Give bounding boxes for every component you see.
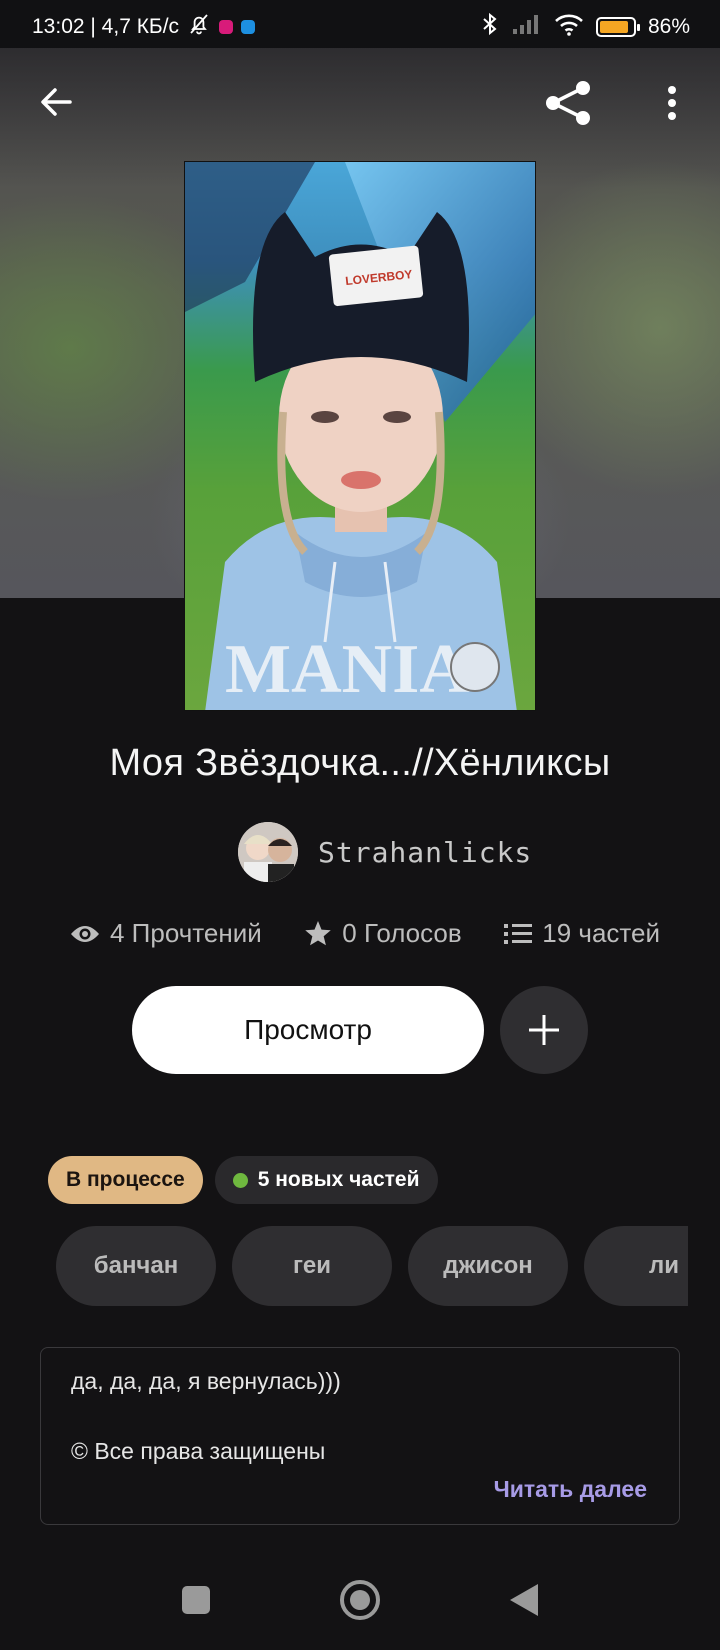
avatar-image [238,822,298,882]
list-icon [504,923,533,944]
wifi-icon [554,12,584,42]
author-avatar [238,822,298,882]
new-indicator-dot [232,1172,248,1188]
battery-percent: 86% [647,15,690,38]
share-button[interactable] [540,78,596,128]
tag-chip[interactable]: банчан [56,1226,216,1306]
plus-icon [529,1015,559,1045]
new-parts-label: 5 новых частей [257,1168,420,1191]
description-line: © Все права защищены [71,1438,326,1464]
app-notification-icon [241,20,256,34]
svg-text:MANIA: MANIA [225,631,470,708]
view-button[interactable]: Просмотр [132,986,484,1074]
status-left: 13:02 | 4,7 КБ/с [32,12,256,42]
votes-count: 0 Голосов [342,918,462,948]
signal-icon [512,13,542,41]
triangle-back-icon [510,1584,538,1616]
recent-apps-button[interactable] [156,1560,236,1640]
square-icon [182,1586,210,1614]
cover-illustration: MANIA LOVERBOY [185,162,535,710]
reads-stat: 4 Прочтений [70,918,262,949]
story-title: Моя Звёздочка...//Хёнликсы [109,742,611,784]
back-button[interactable] [34,80,78,124]
status-time: 13:02 | 4,7 КБ/с [32,15,180,38]
tag-chip[interactable]: джисон [408,1226,568,1306]
home-button[interactable] [320,1560,400,1640]
status-bar: 13:02 | 4,7 КБ/с 86% [0,0,720,48]
bluetooth-icon [480,12,500,42]
author-name[interactable]: Strahanlicks [318,836,532,869]
share-icon [546,81,590,125]
tag-chip[interactable]: ли [584,1226,688,1306]
arrow-left-icon [41,88,72,116]
more-vertical-icon [668,86,676,120]
star-icon [305,920,332,945]
new-parts-badge: 5 новых частей [214,1156,438,1204]
tags-scroller[interactable]: банчан геи джисон ли [56,1226,688,1308]
eye-icon [71,925,99,942]
votes-stat: 0 Голосов [304,918,462,949]
reads-count: 4 Прочтений [110,918,262,948]
system-nav-bar [0,1560,720,1650]
description-line: да, да, да, я вернулась))) [71,1368,341,1394]
back-nav-button[interactable] [484,1560,564,1640]
app-notification-icon [219,20,234,34]
status-badges: В процессе 5 новых частей [48,1156,438,1204]
parts-count: 19 частей [542,918,660,948]
parts-stat: 19 частей [504,918,660,949]
bell-off-icon [187,12,211,42]
author-link[interactable]: Strahanlicks [238,822,532,882]
battery-icon [595,17,640,37]
tag-chip[interactable]: геи [232,1226,392,1306]
read-more-link[interactable]: Читать далее [494,1476,647,1503]
story-cover-image[interactable]: MANIA LOVERBOY [184,161,536,711]
more-options-button[interactable] [654,80,690,126]
add-to-library-button[interactable] [500,986,588,1074]
status-right: 86% [480,12,690,42]
story-description: да, да, да, я вернулась))) © Все права з… [40,1347,680,1525]
home-circle-icon [340,1580,380,1620]
story-stats: 4 Прочтений 0 Голосов 19 частей [70,918,660,949]
status-badge: В процессе [48,1156,203,1204]
